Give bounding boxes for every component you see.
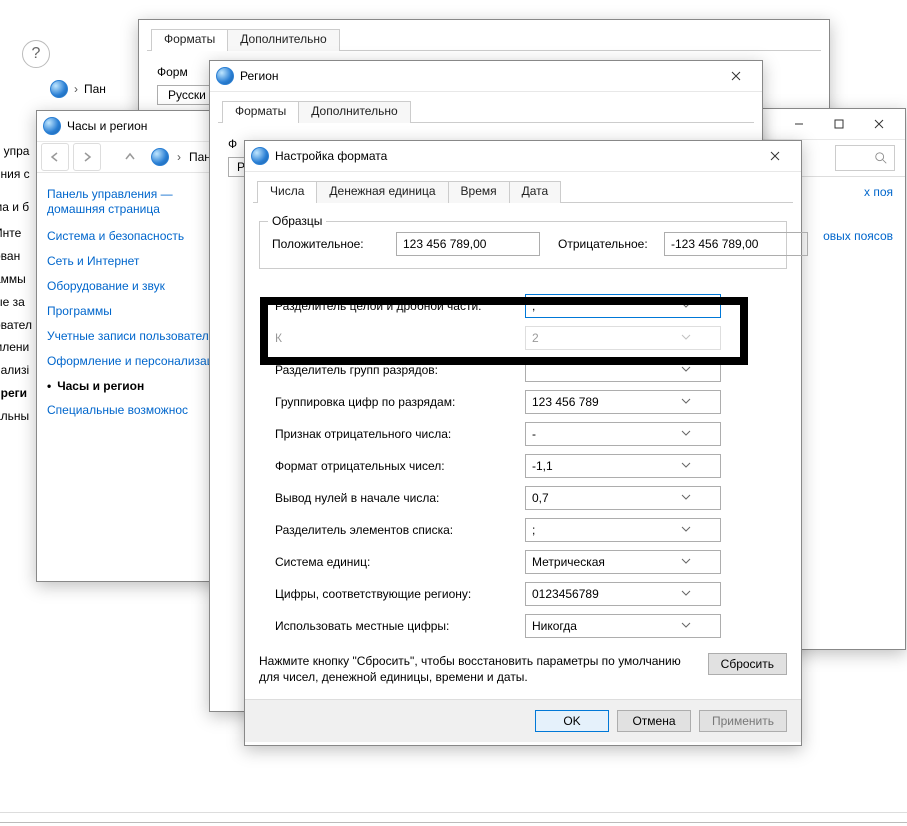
russian-button[interactable]: Русски	[157, 85, 217, 105]
bottom-border-2	[0, 812, 907, 813]
cancel-button[interactable]: Отмена	[617, 710, 691, 732]
region-close-button[interactable]	[716, 61, 756, 91]
maximize-button[interactable]	[819, 109, 859, 139]
tab-date[interactable]: Дата	[509, 181, 562, 203]
control-panel-icon	[43, 117, 61, 135]
hidden-field-label: К	[275, 331, 515, 345]
customize-format-dialog: Настройка формата Числа Денежная единица…	[244, 140, 802, 746]
ok-button[interactable]: OK	[535, 710, 609, 732]
nav-up[interactable]	[117, 144, 143, 170]
reset-description: Нажмите кнопку "Сбросить", чтобы восстан…	[259, 653, 696, 685]
globe-icon	[50, 80, 68, 98]
tab-additional[interactable]: Дополнительно	[227, 29, 339, 51]
negative-sample: -123 456 789,00	[664, 232, 808, 256]
negative-sign-label: Признак отрицательного числа:	[275, 427, 515, 441]
native-digits-combo[interactable]	[525, 582, 721, 606]
negative-label: Отрицательное:	[558, 237, 658, 251]
close-button[interactable]	[859, 109, 899, 139]
group-separator-combo[interactable]	[525, 358, 721, 382]
sidebar-item-clock-region[interactable]: Часы и регион	[47, 379, 232, 393]
help-circle[interactable]: ?	[16, 34, 56, 74]
measurement-system-combo[interactable]	[525, 550, 721, 574]
measurement-system-label: Система единиц:	[275, 555, 515, 569]
customize-format-title: Настройка формата	[275, 149, 387, 163]
digit-grouping-label: Группировка цифр по разрядам:	[275, 395, 515, 409]
breadcrumb[interactable]: Пан	[189, 150, 211, 164]
negative-sign-combo[interactable]	[525, 422, 721, 446]
group-separator-label: Разделитель групп разрядов:	[275, 363, 515, 377]
background-breadcrumb: › Пан	[50, 80, 106, 98]
samples-legend: Образцы	[268, 214, 326, 228]
minimize-button[interactable]	[779, 109, 819, 139]
sidebar-item-network[interactable]: Сеть и Интернет	[47, 254, 232, 269]
digit-substitution-combo[interactable]	[525, 614, 721, 638]
breadcrumb-icon	[151, 148, 169, 166]
sidebar-home[interactable]: Панель управления — домашняя страница	[47, 187, 232, 217]
sidebar-item-accounts[interactable]: Учетные записи пользователей	[47, 329, 232, 344]
sidebar-item-programs[interactable]: Программы	[47, 304, 232, 319]
hidden-field-combo[interactable]	[525, 326, 721, 350]
region-tab-additional[interactable]: Дополнительно	[298, 101, 410, 123]
list-separator-label: Разделитель элементов списка:	[275, 523, 515, 537]
customize-format-icon	[251, 147, 269, 165]
tab-formats[interactable]: Форматы	[151, 29, 228, 51]
leading-zero-combo[interactable]	[525, 486, 721, 510]
tab-time[interactable]: Время	[448, 181, 510, 203]
tab-numbers[interactable]: Числа	[257, 181, 317, 203]
decimal-separator-label: Разделитель целой и дробной части:	[275, 299, 515, 313]
negative-format-combo[interactable]	[525, 454, 721, 478]
digit-substitution-label: Использовать местные цифры:	[275, 619, 515, 633]
customize-format-close-button[interactable]	[755, 141, 795, 171]
reset-button[interactable]: Сбросить	[708, 653, 787, 675]
nav-back[interactable]	[41, 143, 69, 171]
negative-format-label: Формат отрицательных чисел:	[275, 459, 515, 473]
search-icon	[874, 151, 888, 165]
bottom-border	[0, 822, 907, 823]
positive-sample: 123 456 789,00	[396, 232, 540, 256]
region-dialog-title: Регион	[240, 69, 279, 83]
sidebar-item-hardware[interactable]: Оборудование и звук	[47, 279, 232, 294]
region-tab-formats[interactable]: Форматы	[222, 101, 299, 123]
decimal-separator-combo[interactable]	[525, 294, 721, 318]
list-separator-combo[interactable]	[525, 518, 721, 542]
nav-forward[interactable]	[73, 143, 101, 171]
region-dialog-icon	[216, 67, 234, 85]
positive-label: Положительное:	[272, 237, 390, 251]
search-box[interactable]	[835, 145, 895, 171]
leading-zero-label: Вывод нулей в начале числа:	[275, 491, 515, 505]
sidebar-item-system[interactable]: Система и безопасность	[47, 229, 232, 244]
sidebar-item-appearance[interactable]: Оформление и персонализация	[47, 354, 232, 369]
digit-grouping-combo[interactable]	[525, 390, 721, 414]
window-title: Часы и регион	[67, 119, 147, 133]
apply-button: Применить	[699, 710, 787, 732]
tab-currency[interactable]: Денежная единица	[316, 181, 448, 203]
sidebar-item-accessibility[interactable]: Специальные возможнос	[47, 403, 232, 418]
native-digits-label: Цифры, соответствующие региону:	[275, 587, 515, 601]
